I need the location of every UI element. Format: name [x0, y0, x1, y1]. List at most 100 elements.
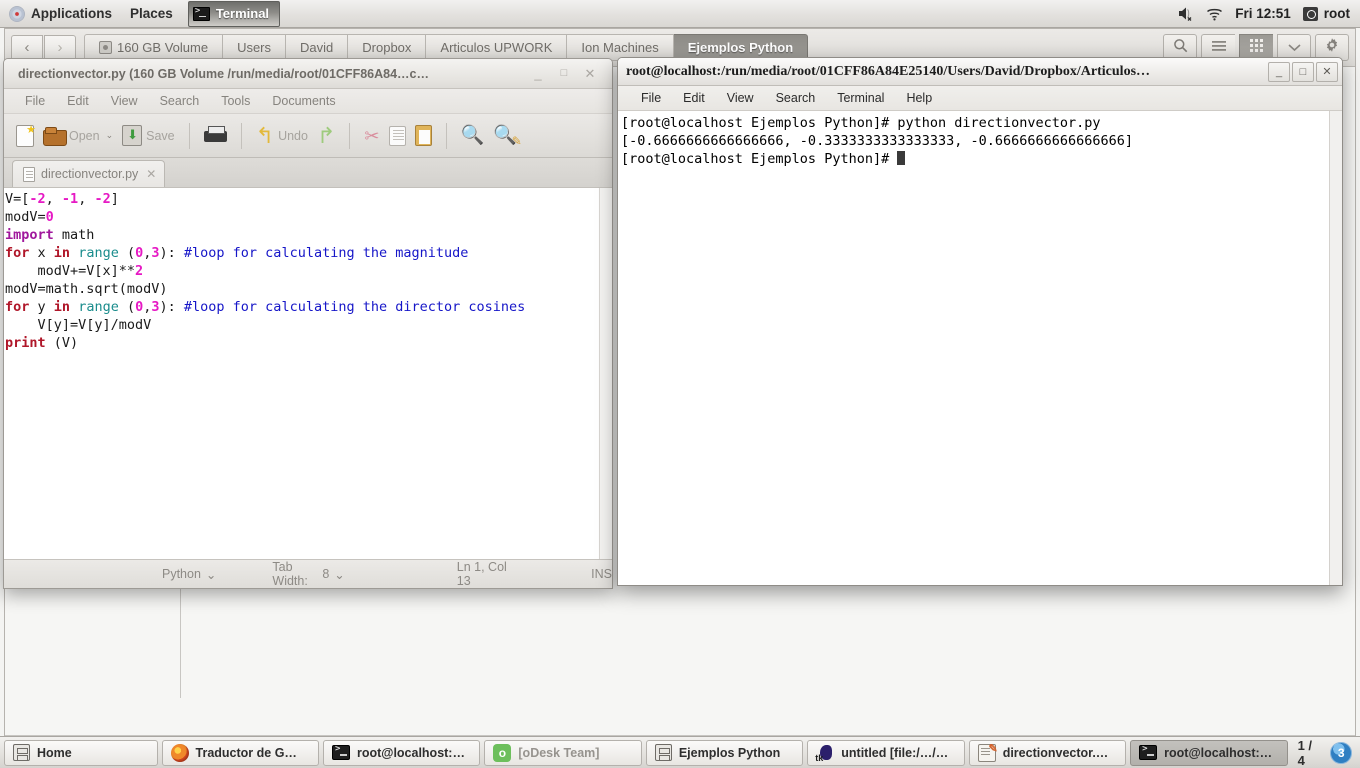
taskbar-item-odesk[interactable]: o [oDesk Team] — [484, 739, 642, 766]
taskbar-item-terminal-1[interactable]: root@localhost:… — [322, 739, 481, 766]
terminal-line: [root@localhost Ejemplos Python]# — [621, 151, 898, 167]
copy-icon — [388, 125, 406, 146]
menu-search[interactable]: Search — [765, 91, 827, 105]
breadcrumb-item-label: 160 GB Volume — [117, 40, 209, 55]
code-line: modV=math.sqrt(modV) — [5, 281, 168, 297]
open-dropdown-caret-icon[interactable]: ⌄ — [106, 130, 114, 141]
wifi-icon[interactable] — [1206, 7, 1223, 21]
top-panel: Applications Places Terminal — [0, 0, 1360, 28]
cut-button[interactable]: ✂ — [364, 127, 379, 145]
chevron-down-icon: ⌄ — [334, 567, 345, 582]
terminal-icon — [1139, 744, 1158, 760]
tab-width-selector[interactable]: Tab Width: 8 ⌄ — [272, 560, 344, 588]
taskbar-item-label: untitled [file:/…/… — [841, 745, 949, 760]
workspace-badge[interactable]: 3 — [1330, 741, 1353, 764]
code-line: V=[-2, -1, -2] — [5, 191, 119, 207]
minimize-button[interactable]: _ — [530, 67, 546, 80]
menu-documents[interactable]: Documents — [261, 94, 346, 108]
paste-button[interactable] — [414, 125, 432, 146]
document-tab-directionvector[interactable]: directionvector.py ✕ — [12, 160, 166, 187]
undo-button[interactable]: ↰ Undo — [256, 124, 308, 147]
menu-help[interactable]: Help — [895, 91, 943, 105]
close-button[interactable]: ✕ — [1316, 61, 1338, 82]
terminal-output[interactable]: [root@localhost Ejemplos Python]# python… — [618, 111, 1329, 585]
panel-window-button-label: Terminal — [215, 6, 270, 21]
maximize-button[interactable]: □ — [1292, 61, 1314, 82]
clock[interactable]: Fri 12:51 — [1235, 6, 1291, 21]
back-button[interactable]: ‹ — [11, 34, 43, 61]
paste-icon — [414, 125, 432, 146]
menu-view[interactable]: View — [100, 94, 149, 108]
save-button[interactable]: Save — [122, 125, 175, 146]
find-replace-icon: 🔍 — [493, 126, 521, 147]
copy-button[interactable] — [388, 125, 406, 146]
undo-label: Undo — [278, 128, 308, 143]
insert-mode-indicator: INS — [591, 567, 612, 581]
search-icon — [1173, 38, 1188, 58]
odesk-icon: o — [493, 743, 512, 762]
cut-icon: ✂ — [364, 125, 380, 146]
code-line: import math — [5, 227, 95, 243]
menu-file[interactable]: File — [630, 91, 672, 105]
volume-muted-icon[interactable] — [1177, 6, 1194, 21]
taskbar-item-ejemplos-python[interactable]: Ejemplos Python — [645, 739, 804, 766]
menu-edit[interactable]: Edit — [56, 94, 100, 108]
menu-edit[interactable]: Edit — [672, 91, 716, 105]
menu-terminal[interactable]: Terminal — [826, 91, 895, 105]
breadcrumb-item-dropbox[interactable]: Dropbox — [348, 34, 427, 61]
forward-button[interactable]: › — [44, 34, 76, 61]
close-button[interactable]: ✕ — [582, 67, 598, 80]
breadcrumb-item-users[interactable]: Users — [223, 34, 287, 61]
print-icon — [203, 125, 227, 146]
taskbar-item-firefox[interactable]: Traductor de G… — [161, 739, 319, 766]
terminal-scrollbar[interactable] — [1329, 111, 1342, 585]
breadcrumb-item-volume[interactable]: 160 GB Volume — [84, 34, 224, 61]
code-text[interactable]: V=[-2, -1, -2] modV=0 import math for x … — [4, 188, 599, 559]
language-selector[interactable]: Python ⌄ — [162, 567, 216, 582]
terminal-titlebar[interactable]: root@localhost:/run/media/root/01CFF86A8… — [618, 58, 1342, 86]
taskbar-item-untitled-tk[interactable]: untitled [file:/…/… — [807, 739, 965, 766]
terminal-body[interactable]: [root@localhost Ejemplos Python]# python… — [618, 111, 1342, 585]
places-menu[interactable]: Places — [121, 0, 182, 27]
gedit-title: directionvector.py (160 GB Volume /run/m… — [18, 66, 429, 81]
print-button[interactable] — [203, 125, 227, 146]
user-menu[interactable]: root — [1302, 6, 1350, 21]
menu-tools[interactable]: Tools — [210, 94, 261, 108]
panel-window-button-terminal[interactable]: Terminal — [187, 0, 281, 27]
redo-button[interactable]: ↱ — [316, 122, 336, 148]
maximize-button[interactable]: □ — [556, 68, 572, 79]
disk-icon — [99, 41, 112, 54]
open-button[interactable]: Open ⌄ — [43, 126, 114, 146]
taskbar-item-terminal-2[interactable]: root@localhost:… — [1130, 739, 1288, 766]
taskbar-item-home[interactable]: Home — [4, 739, 158, 766]
menu-file[interactable]: File — [14, 94, 56, 108]
breadcrumb-item-david[interactable]: David — [286, 34, 349, 61]
find-replace-button[interactable]: 🔍 — [493, 126, 521, 147]
minimize-button[interactable]: _ — [1268, 61, 1290, 82]
menu-search[interactable]: Search — [149, 94, 211, 108]
gedit-titlebar[interactable]: directionvector.py (160 GB Volume /run/m… — [4, 59, 612, 89]
gedit-menubar: File Edit View Search Tools Documents — [4, 89, 612, 114]
gedit-window[interactable]: directionvector.py (160 GB Volume /run/m… — [3, 58, 613, 589]
user-menu-label: root — [1323, 6, 1350, 21]
chevron-left-icon: ‹ — [24, 39, 30, 56]
gedit-statusbar: Python ⌄ Tab Width: 8 ⌄ Ln 1, Col 13 INS — [4, 559, 612, 588]
new-document-button[interactable] — [16, 123, 36, 147]
document-icon — [23, 166, 35, 182]
taskbar: Home Traductor de G… root@localhost:… o … — [0, 736, 1360, 768]
firefox-icon — [170, 743, 189, 762]
applications-menu[interactable]: Applications — [0, 0, 121, 27]
terminal-window[interactable]: root@localhost:/run/media/root/01CFF86A8… — [617, 57, 1343, 586]
open-label: Open — [69, 128, 100, 143]
redo-icon: ↱ — [316, 122, 336, 148]
gedit-window-controls: _ □ ✕ — [530, 67, 606, 80]
find-button[interactable]: 🔍 — [461, 126, 485, 145]
gedit-editor[interactable]: V=[-2, -1, -2] modV=0 import math for x … — [4, 188, 612, 559]
breadcrumb-item-articulos-upwork[interactable]: Articulos UPWORK — [426, 34, 568, 61]
terminal-window-controls: _ □ ✕ — [1268, 61, 1338, 82]
editor-vertical-scrollbar[interactable] — [599, 188, 612, 559]
close-icon[interactable]: ✕ — [146, 167, 156, 181]
terminal-menubar: File Edit View Search Terminal Help — [618, 86, 1342, 111]
taskbar-item-gedit[interactable]: directionvector.… — [968, 739, 1127, 766]
menu-view[interactable]: View — [716, 91, 765, 105]
